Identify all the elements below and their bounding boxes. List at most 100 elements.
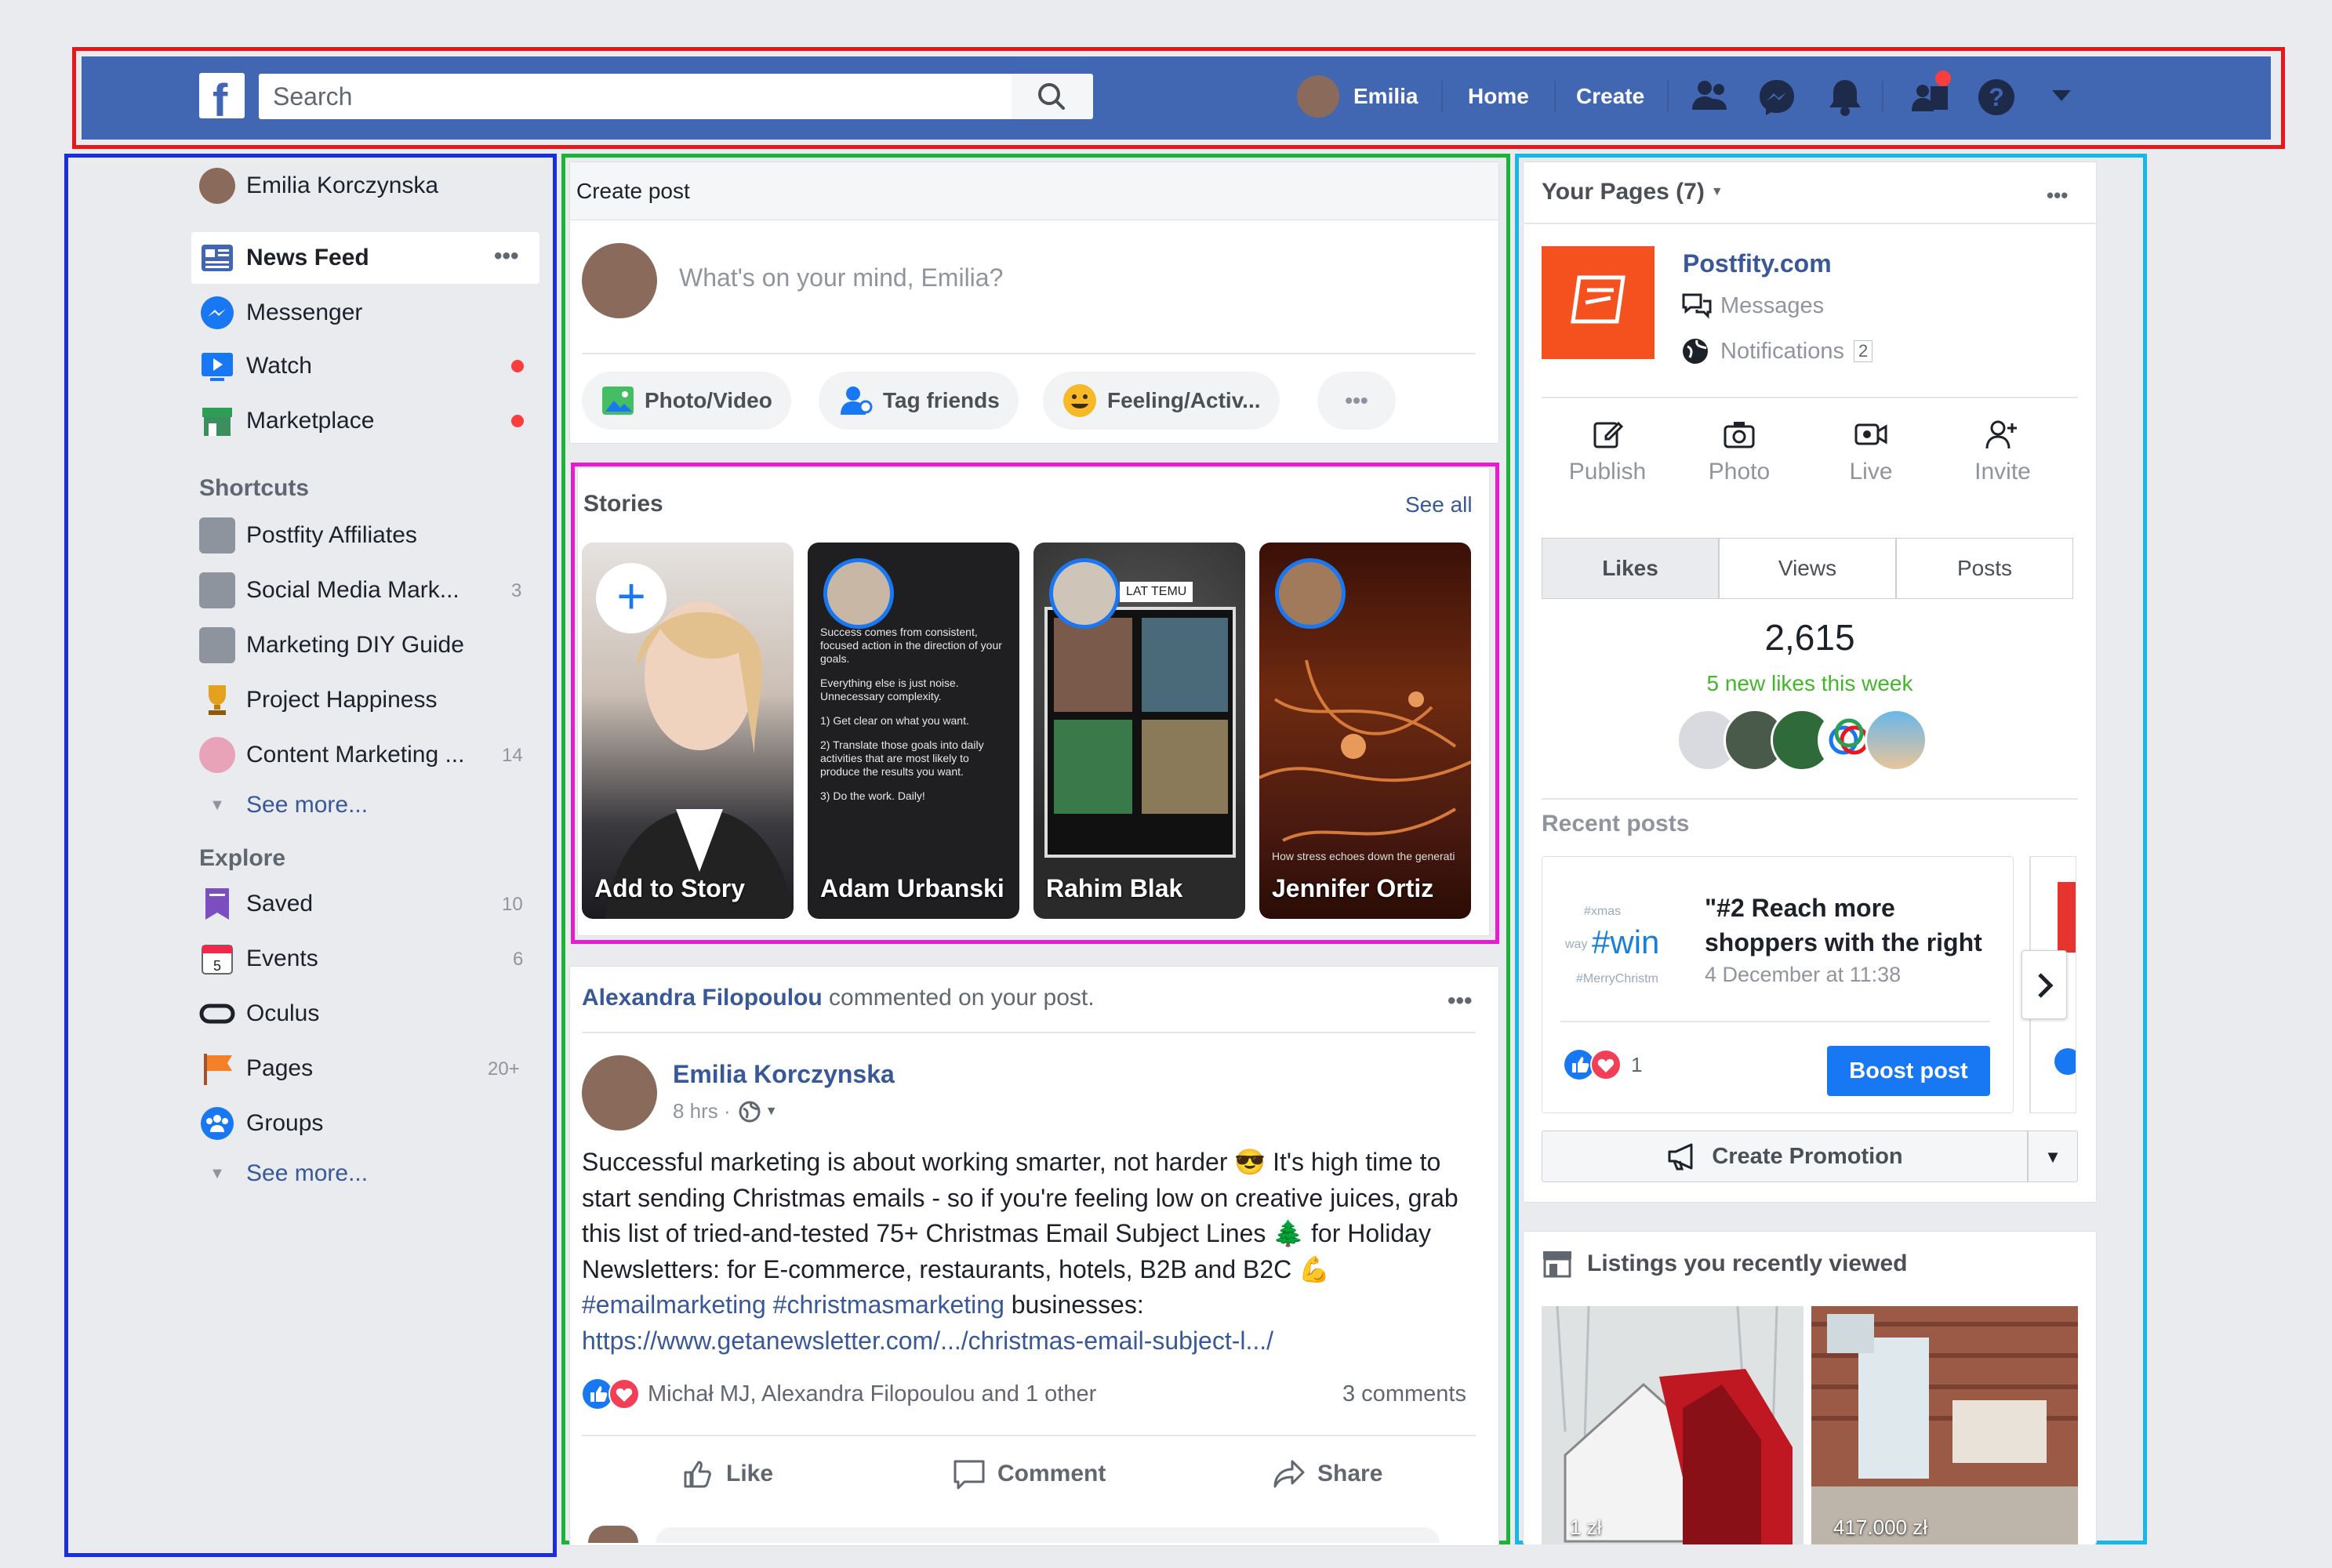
explore-item-pages[interactable]: Pages xyxy=(199,1044,313,1093)
shortcut-item[interactable]: Marketing DIY Guide xyxy=(199,621,464,670)
listing-item[interactable]: 1 zł xyxy=(1542,1306,1803,1544)
share-button[interactable]: Share xyxy=(1272,1457,1382,1491)
explore-item-events[interactable]: 5 Events xyxy=(199,935,318,983)
invite-person-icon xyxy=(1985,420,2017,449)
post-author-avatar[interactable] xyxy=(582,1055,657,1131)
post-body-end: businesses: xyxy=(1004,1290,1144,1319)
story-adam-urbanski[interactable]: Success comes from consistent, focused a… xyxy=(808,543,1019,919)
search-button[interactable] xyxy=(1012,74,1093,119)
photo-icon xyxy=(602,387,634,415)
camera-icon xyxy=(1724,422,1755,448)
photo-video-button[interactable]: Photo/Video xyxy=(582,372,791,430)
sidebar-item-messenger[interactable]: Messenger xyxy=(199,289,362,337)
friends-icon[interactable] xyxy=(1689,77,1731,116)
listing-item[interactable]: 417.000 zł xyxy=(1811,1306,2078,1544)
commenter-name-link[interactable]: Alexandra Filopoulou xyxy=(582,985,823,1011)
add-story-plus-icon[interactable]: + xyxy=(596,563,667,633)
profile-link[interactable]: Emilia xyxy=(1353,81,1418,112)
messages-label: Messages xyxy=(1720,292,1825,318)
story-quote-line: Everything else is just noise. Unnecessa… xyxy=(820,677,959,702)
shortcut-item[interactable]: Postfity Affiliates xyxy=(199,511,417,560)
liker-avatars[interactable] xyxy=(1676,709,1927,771)
story-grid-cell xyxy=(1142,720,1228,814)
recent-posts-divider xyxy=(1542,798,2078,800)
globe-icon xyxy=(1683,339,1708,364)
comment-button[interactable]: Comment xyxy=(952,1457,1106,1491)
tag-friends-button[interactable]: Tag friends xyxy=(819,372,1019,430)
carousel-next-button[interactable] xyxy=(2021,950,2067,1019)
page-name-link[interactable]: Postfity.com xyxy=(1683,249,1832,278)
recent-post-title[interactable]: "#2 Reach more shoppers with the right xyxy=(1705,891,1996,961)
create-link[interactable]: Create xyxy=(1576,81,1644,112)
post-divider xyxy=(582,1032,1476,1033)
explore-count: 6 xyxy=(513,949,524,970)
like-button[interactable]: Like xyxy=(681,1457,773,1491)
news-feed-options-icon[interactable]: ••• xyxy=(494,243,519,270)
thumb-word: #xmas xyxy=(1584,905,1622,918)
notifications-bell-icon[interactable] xyxy=(1825,77,1865,118)
new-likes-text: 5 new likes this week xyxy=(1706,671,1913,695)
explore-item-groups[interactable]: Groups xyxy=(199,1099,323,1148)
profile-avatar[interactable] xyxy=(1297,75,1339,118)
postfity-page-logo[interactable] xyxy=(1542,246,1655,359)
story-jennifer-ortiz[interactable]: How stress echoes down the generati Jenn… xyxy=(1259,543,1471,919)
post-timestamp[interactable]: 8 hrs · ▼ xyxy=(673,1099,778,1123)
more-options-button[interactable]: ••• xyxy=(1317,372,1396,430)
tab-posts[interactable]: Posts xyxy=(1896,538,2073,599)
story-add-to-story[interactable]: + Add to Story xyxy=(582,543,794,919)
sidebar-item-news-feed[interactable]: News Feed xyxy=(199,234,369,282)
account-dropdown-icon[interactable] xyxy=(2050,88,2073,103)
invite-action[interactable]: Invite xyxy=(1937,419,2069,485)
shortcut-count: 14 xyxy=(502,745,523,766)
like-label: Like xyxy=(726,1461,774,1486)
live-action[interactable]: Live xyxy=(1805,419,1937,485)
explore-item-saved[interactable]: Saved xyxy=(199,880,313,928)
explore-item-oculus[interactable]: Oculus xyxy=(199,989,319,1038)
see-more-shortcuts[interactable]: ▼ See more... xyxy=(199,781,368,829)
tab-likes[interactable]: Likes xyxy=(1542,538,1719,599)
post-composer-input[interactable]: What's on your mind, Emilia? xyxy=(679,263,1463,292)
post-link[interactable]: https://www.getanewsletter.com/.../chris… xyxy=(582,1327,1273,1355)
post-author-name[interactable]: Emilia Korczynska xyxy=(673,1060,895,1089)
friend-requests-icon[interactable] xyxy=(1907,69,1954,118)
shortcut-item[interactable]: Content Marketing ... xyxy=(199,731,464,779)
page-notifications-link[interactable]: Notifications 2 xyxy=(1681,337,1873,365)
your-pages-dropdown[interactable]: Your Pages (7) ▼ xyxy=(1542,179,1724,205)
page-messages-link[interactable]: Messages xyxy=(1681,292,1824,320)
story-quote-line: 2) Translate those goals into daily acti… xyxy=(820,739,984,778)
comments-count-link[interactable]: 3 comments xyxy=(1342,1381,1466,1407)
megaphone-icon xyxy=(1668,1143,1693,1171)
create-post-header: Create post xyxy=(570,162,1498,220)
post-hashtags[interactable]: #emailmarketing #christmasmarketing xyxy=(582,1290,1004,1319)
messenger-icon[interactable] xyxy=(1756,77,1797,118)
facebook-logo-icon[interactable]: f xyxy=(199,73,245,126)
sidebar-profile[interactable]: Emilia Korczynska xyxy=(199,162,438,210)
search-input[interactable]: Search xyxy=(259,74,1043,119)
sidebar-item-marketplace[interactable]: Marketplace xyxy=(199,397,374,445)
home-link[interactable]: Home xyxy=(1468,81,1529,112)
publish-action[interactable]: Publish xyxy=(1542,419,1673,485)
stories-see-all-link[interactable]: See all xyxy=(1405,492,1473,517)
invite-label: Invite xyxy=(1974,459,2031,485)
group-icon xyxy=(199,572,235,608)
photo-action[interactable]: Photo xyxy=(1673,419,1805,485)
help-icon[interactable]: ? xyxy=(1976,77,2017,118)
pages-options-icon[interactable]: ••• xyxy=(2047,183,2068,208)
story-rahim-blak[interactable]: LAT TEMU Rahim Blak xyxy=(1033,543,1245,919)
create-promotion-button[interactable]: Create Promotion xyxy=(1542,1131,2028,1182)
feeling-activity-button[interactable]: Feeling/Activ... xyxy=(1043,372,1280,430)
post-options-icon[interactable]: ••• xyxy=(1448,988,1473,1014)
recent-post-reactions[interactable]: 1 xyxy=(1564,1049,1642,1080)
boost-post-button[interactable]: Boost post xyxy=(1827,1046,1990,1096)
see-more-explore[interactable]: ▼ See more... xyxy=(199,1149,368,1198)
shortcut-item[interactable]: Project Happiness xyxy=(199,676,437,724)
reactions-row[interactable]: Michał MJ, Alexandra Filopoulou and 1 ot… xyxy=(582,1378,1096,1410)
tab-views[interactable]: Views xyxy=(1719,538,1896,599)
likes-count: 2,615 xyxy=(1764,617,1855,658)
love-reaction-icon xyxy=(608,1378,640,1410)
promotion-dropdown-button[interactable]: ▼ xyxy=(2028,1131,2078,1182)
sidebar-item-watch[interactable]: Watch xyxy=(199,342,312,390)
recent-reactions-count: 1 xyxy=(1631,1052,1643,1076)
shortcut-item[interactable]: Social Media Mark... xyxy=(199,566,459,615)
marketplace-notification-dot xyxy=(511,415,524,427)
